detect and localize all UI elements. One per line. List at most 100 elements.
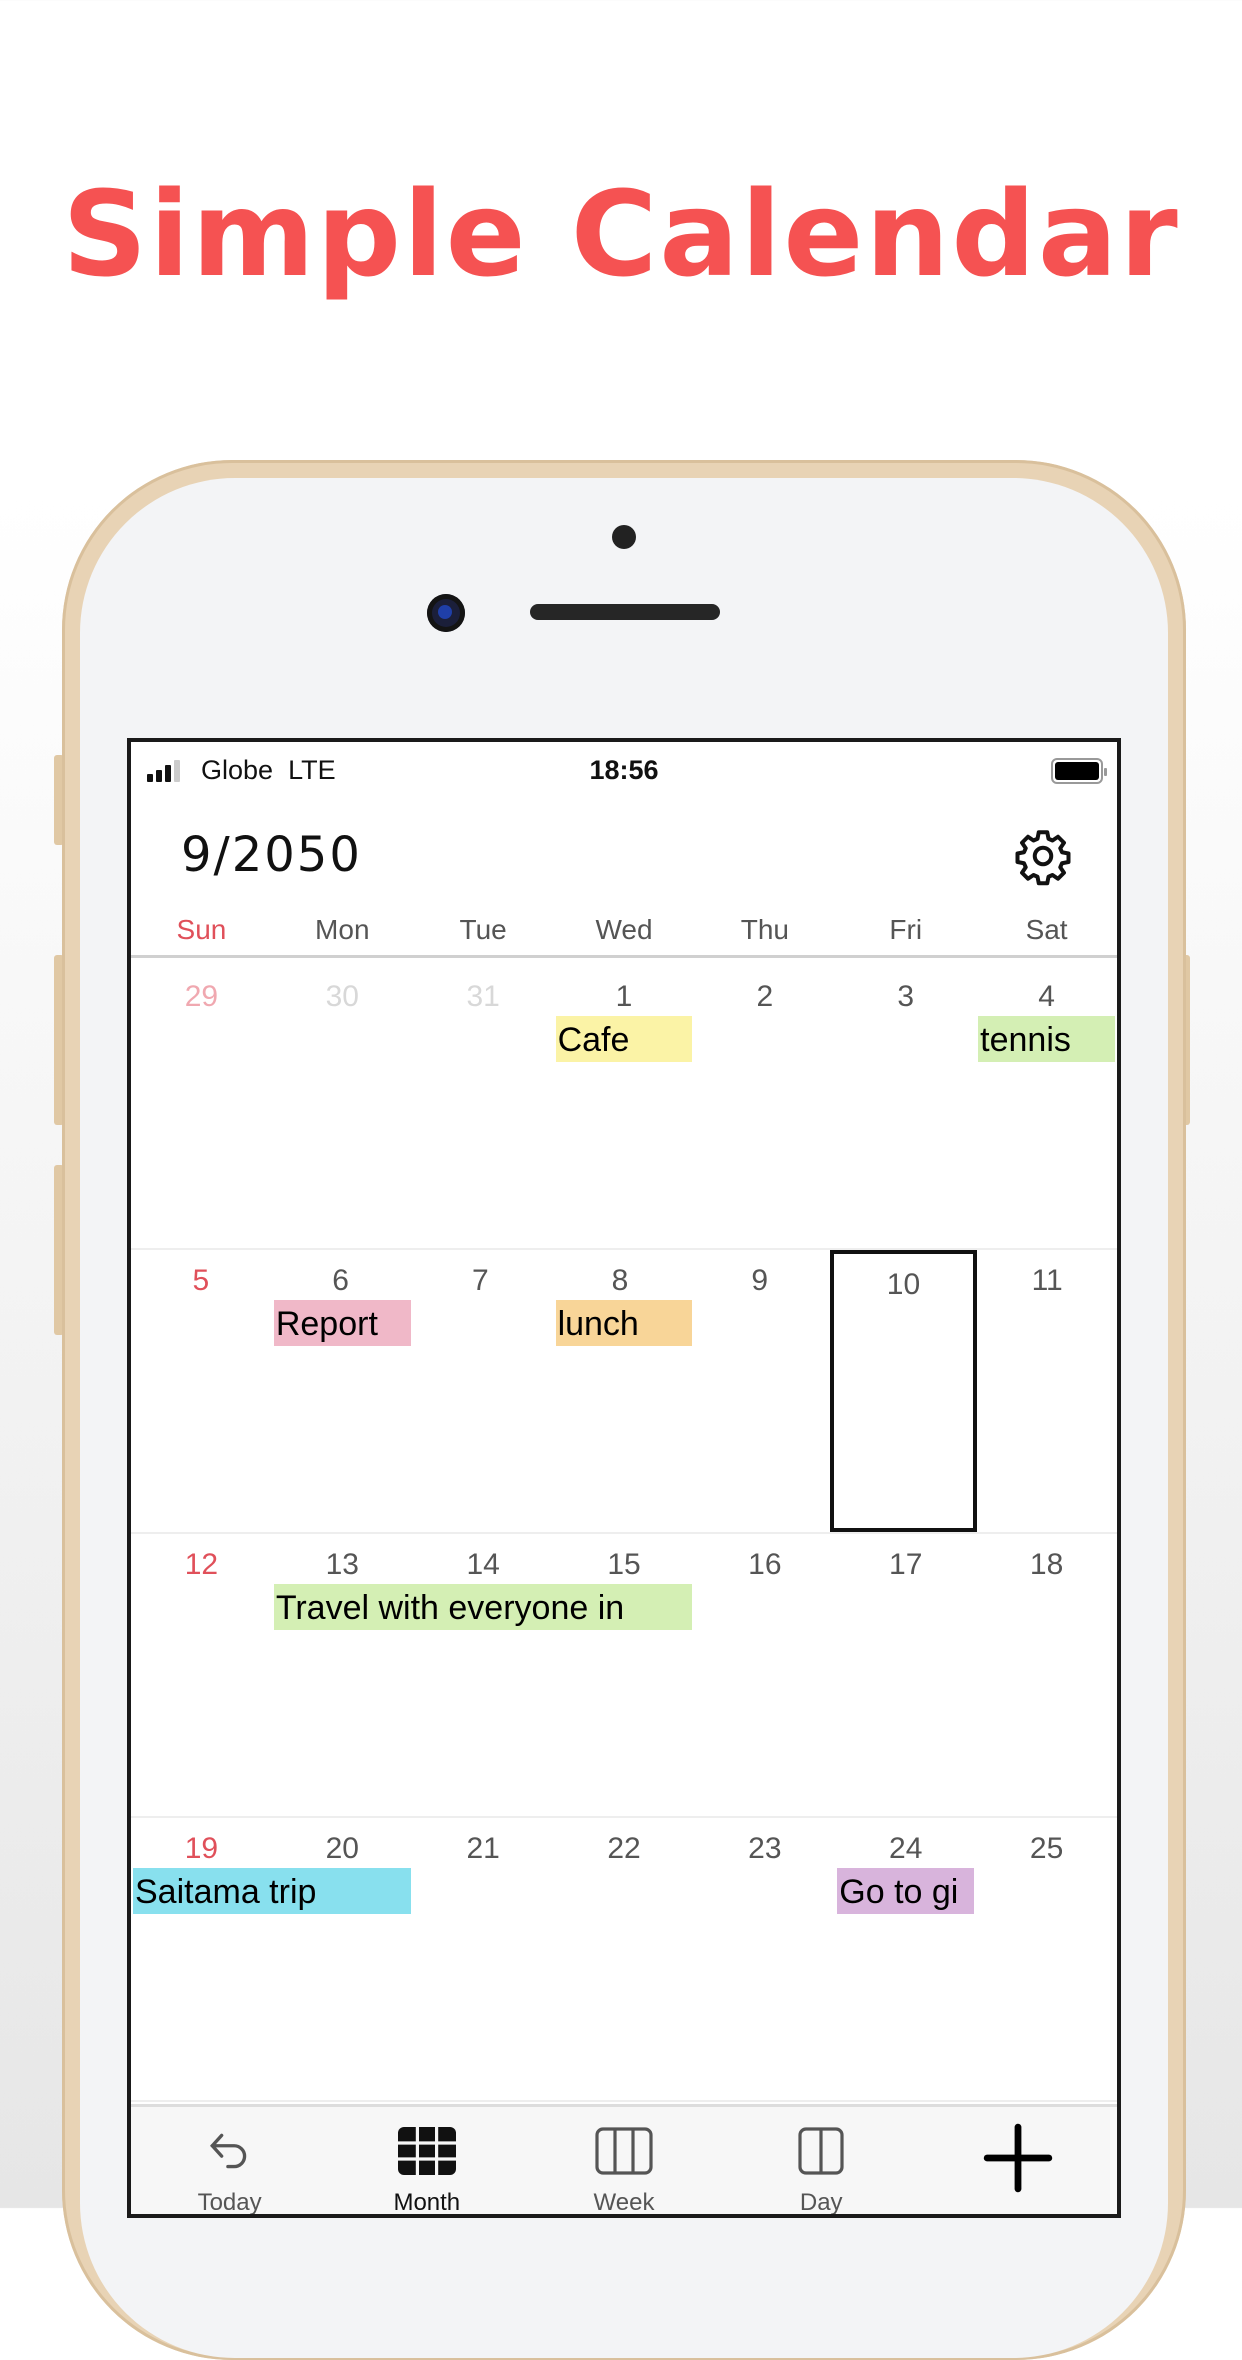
- add-event-button[interactable]: [920, 2107, 1117, 2214]
- day-number: 10: [886, 1268, 921, 1301]
- status-bar: Globe LTE 18:56: [131, 742, 1117, 798]
- event-chip[interactable]: Report: [273, 1300, 411, 1346]
- day-cell[interactable]: 3: [835, 966, 976, 1248]
- day-number: 6: [332, 1264, 349, 1297]
- day-cell-selected[interactable]: 10: [829, 1250, 978, 1532]
- day-number: 25: [1029, 1832, 1064, 1865]
- week-row: 12 13 14 15 16 17 18 Travel with everyone in: [131, 1534, 1117, 1818]
- day-cell[interactable]: 11: [977, 1250, 1117, 1532]
- day-cell[interactable]: 23: [694, 1818, 835, 2100]
- weekday-label: Mon: [315, 914, 370, 945]
- front-camera: [427, 594, 465, 632]
- day-cell[interactable]: 9: [690, 1250, 830, 1532]
- day-cell[interactable]: 17: [835, 1534, 976, 1816]
- tab-label: Day: [799, 2189, 843, 2216]
- gear-icon[interactable]: [1013, 826, 1073, 886]
- day-number: 30: [325, 980, 359, 1013]
- day-number: 9: [751, 1264, 769, 1297]
- weekday-label: Fri: [889, 914, 923, 945]
- tab-label: Today: [197, 2189, 262, 2216]
- tab-label: Week: [593, 2189, 655, 2216]
- day-number: 15: [607, 1548, 641, 1581]
- day-cell[interactable]: 19: [131, 1818, 272, 2100]
- event-chip[interactable]: Saitama trip: [133, 1868, 411, 1914]
- day-cell[interactable]: 14: [413, 1534, 554, 1816]
- week-row: 29 30 31 1 2 3 4 Cafe tennis: [131, 966, 1117, 1250]
- day-number: 12: [184, 1548, 219, 1581]
- day-cell[interactable]: 1: [554, 966, 695, 1248]
- tab-week[interactable]: Week: [525, 2107, 722, 2214]
- day-cell[interactable]: 22: [554, 1818, 695, 2100]
- day-cell[interactable]: 20: [272, 1818, 413, 2100]
- day-cell[interactable]: 7: [410, 1250, 550, 1532]
- month-grid-icon: [397, 2127, 456, 2175]
- day-cell[interactable]: 30: [272, 966, 413, 1248]
- day-cell[interactable]: 15: [554, 1534, 695, 1816]
- day-number: 14: [466, 1548, 500, 1581]
- day-number: 21: [466, 1832, 500, 1865]
- plus-icon: [984, 2123, 1053, 2193]
- day-number: 7: [471, 1264, 489, 1297]
- event-chip[interactable]: Go to gi: [837, 1868, 975, 1914]
- day-number: 13: [325, 1548, 359, 1581]
- day-number: 22: [607, 1832, 641, 1865]
- tab-today[interactable]: Today: [131, 2107, 328, 2214]
- event-chip[interactable]: Cafe: [555, 1016, 693, 1062]
- week-row: 5 6 7 8 9 10 11 Report lunch: [131, 1250, 1117, 1534]
- day-cell[interactable]: 4: [976, 966, 1117, 1248]
- day-cell[interactable]: 16: [694, 1534, 835, 1816]
- day-number: 24: [889, 1832, 923, 1865]
- day-number: 18: [1029, 1548, 1064, 1581]
- battery-icon: [1051, 758, 1107, 784]
- weekday-label: Sat: [1025, 914, 1068, 945]
- day-number: 29: [184, 980, 219, 1013]
- tab-label: Month: [393, 2189, 461, 2216]
- day-number: 2: [756, 980, 774, 1013]
- day-cell[interactable]: 5: [131, 1250, 271, 1532]
- week-row: 19 20 21 22 23 24 25 Saitama trip Go to gi: [131, 1818, 1117, 2102]
- week-columns-icon: [595, 2127, 653, 2175]
- day-number: 19: [184, 1832, 219, 1865]
- tab-day[interactable]: Day: [723, 2107, 920, 2214]
- day-cell[interactable]: 25: [976, 1818, 1117, 2100]
- day-number: 16: [748, 1548, 782, 1581]
- weekday-label: Tue: [459, 914, 507, 945]
- day-number: 23: [748, 1832, 782, 1865]
- event-chip[interactable]: lunch: [555, 1300, 693, 1346]
- status-time: 18:56: [589, 755, 659, 785]
- day-cell[interactable]: 29: [131, 966, 272, 1248]
- day-cell[interactable]: 24: [835, 1818, 976, 2100]
- day-number: 31: [466, 980, 500, 1013]
- day-number: 17: [889, 1548, 923, 1581]
- day-cell[interactable]: 2: [694, 966, 835, 1248]
- event-chip[interactable]: tennis: [978, 1016, 1115, 1062]
- undo-arrow-icon: [209, 2133, 246, 2169]
- day-cell[interactable]: 8: [550, 1250, 690, 1532]
- day-cell[interactable]: 12: [131, 1534, 272, 1816]
- tab-bar: Today Month Week Day: [131, 2104, 1117, 2214]
- day-cell[interactable]: 6: [271, 1250, 411, 1532]
- day-cell[interactable]: 13: [272, 1534, 413, 1816]
- day-number: 11: [1031, 1264, 1063, 1297]
- day-cell[interactable]: 21: [413, 1818, 554, 2100]
- day-cell[interactable]: 18: [976, 1534, 1117, 1816]
- weekday-header: Sun Mon Tue Wed Thu Fri Sat: [131, 914, 1117, 958]
- day-cell[interactable]: 31: [413, 966, 554, 1248]
- weekday-label: Sun: [176, 914, 227, 945]
- day-columns-icon: [798, 2127, 844, 2175]
- promo-headline: Simple Calendar: [62, 165, 1180, 303]
- day-number: 5: [192, 1264, 210, 1297]
- day-number: 1: [615, 980, 633, 1013]
- month-year-title: 9/2050: [181, 827, 362, 883]
- day-number: 4: [1038, 980, 1055, 1013]
- event-chip[interactable]: Travel with everyone in: [273, 1584, 693, 1630]
- day-number: 8: [611, 1264, 629, 1297]
- phone-sensor: [612, 525, 636, 549]
- weekday-label: Thu: [740, 914, 789, 945]
- weekday-label: Wed: [595, 914, 653, 945]
- day-number: 20: [325, 1832, 359, 1865]
- phone-speaker: [530, 604, 720, 620]
- month-grid: 29 30 31 1 2 3 4 Cafe tennis 5 6 7 8 9 10 11 Report lunch…: [131, 966, 1117, 2102]
- day-number: 3: [897, 980, 915, 1013]
- tab-month[interactable]: Month: [328, 2107, 525, 2214]
